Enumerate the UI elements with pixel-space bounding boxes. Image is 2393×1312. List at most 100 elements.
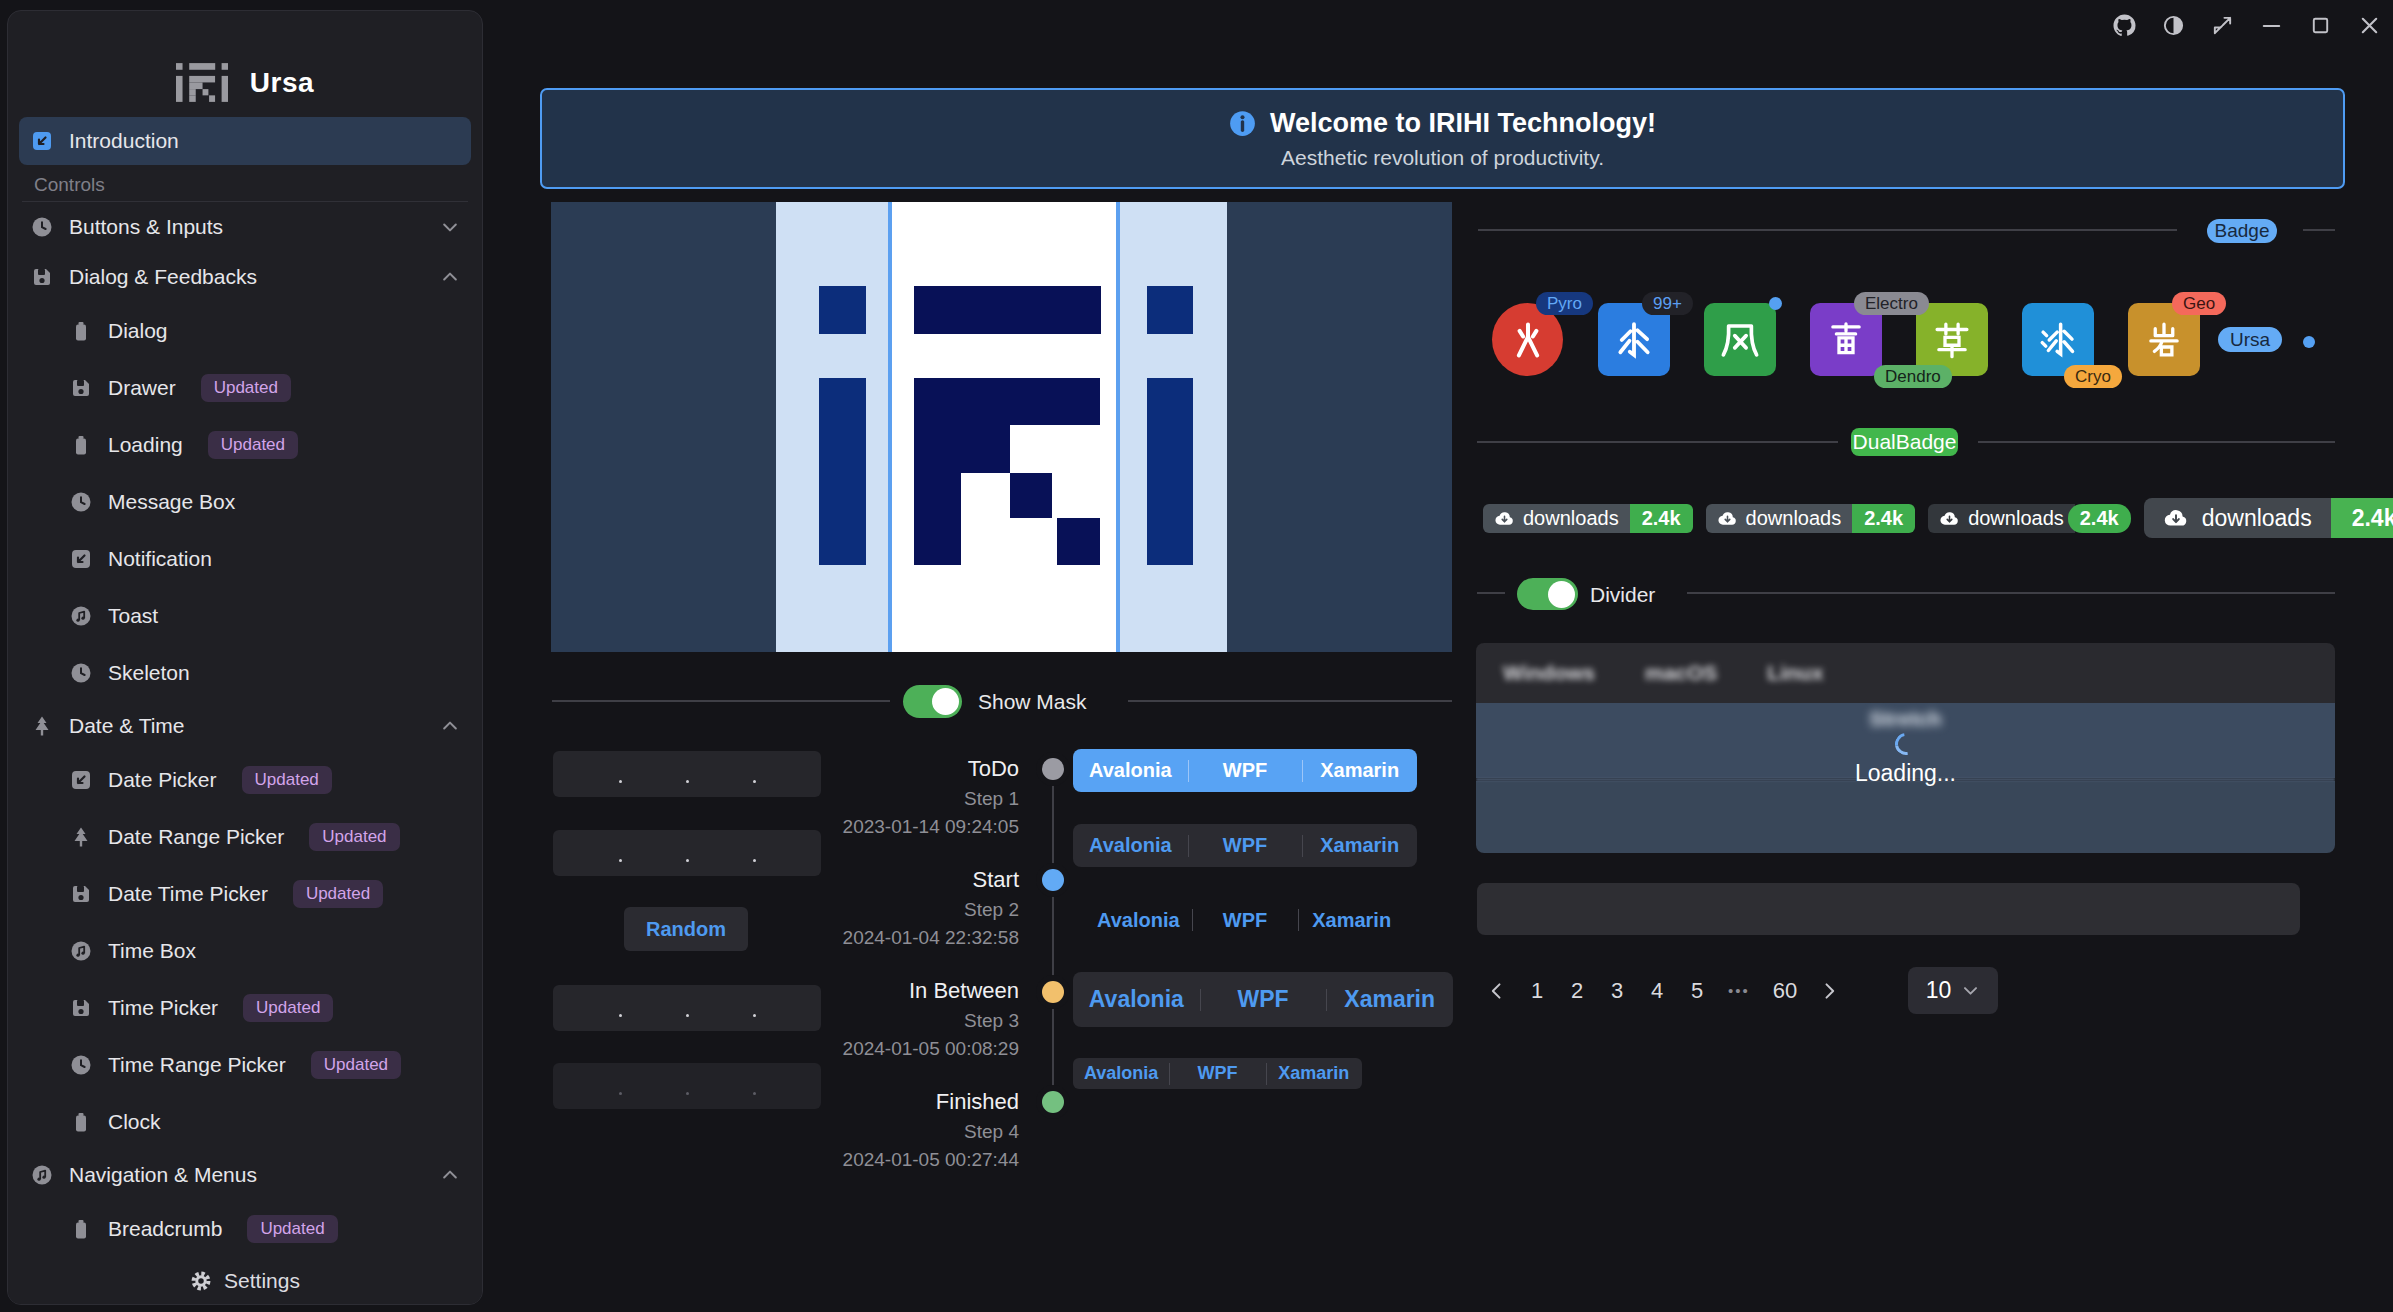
page-number[interactable]: 5 bbox=[1677, 978, 1717, 1004]
download-badge-label-part: downloads bbox=[1483, 504, 1630, 533]
button-group-item[interactable]: Avalonia bbox=[1085, 909, 1192, 932]
button-group-item[interactable]: WPF bbox=[1169, 1063, 1265, 1084]
page-number[interactable]: 1 bbox=[1517, 978, 1557, 1004]
show-mask-toggle[interactable] bbox=[903, 685, 962, 718]
github-icon[interactable] bbox=[2113, 14, 2136, 37]
page-size-select[interactable]: 10 bbox=[1908, 967, 1998, 1014]
button-group-item[interactable]: Avalonia bbox=[1073, 1063, 1169, 1084]
sidebar-item[interactable]: Dialog bbox=[19, 302, 471, 359]
tab[interactable]: Windows bbox=[1478, 661, 1620, 685]
download-badge-label-part: downloads bbox=[1706, 504, 1853, 533]
button-group-borderless: Avalonia WPF Xamarin bbox=[1085, 905, 1405, 935]
sidebar-item[interactable]: Date Picker Updated bbox=[19, 751, 471, 808]
sidebar-group[interactable]: Buttons & Inputs bbox=[19, 202, 471, 252]
button-group-item[interactable]: Xamarin bbox=[1302, 834, 1417, 857]
button-group-item[interactable]: Xamarin bbox=[1298, 909, 1405, 932]
sidebar-item[interactable]: Date Time Picker Updated bbox=[19, 865, 471, 922]
app-logo: Ursa bbox=[8, 63, 482, 102]
sidebar-item[interactable]: Loading Updated bbox=[19, 416, 471, 473]
page-number[interactable]: 4 bbox=[1637, 978, 1677, 1004]
item-label: Date Picker bbox=[108, 768, 217, 792]
button-group-item[interactable]: WPF bbox=[1188, 834, 1303, 857]
theme-toggle-icon[interactable] bbox=[2162, 14, 2185, 37]
sidebar-item[interactable]: Notification bbox=[19, 530, 471, 587]
item-label: Breadcrumb bbox=[108, 1217, 222, 1241]
download-badge-label-part: downloads bbox=[2144, 498, 2331, 538]
updated-badge: Updated bbox=[242, 766, 332, 794]
step-title: ToDo bbox=[700, 757, 1019, 781]
stretch-label: Stretch bbox=[1869, 707, 1941, 731]
pagination: 1 2 3 4 5 ••• 60 bbox=[1477, 967, 1849, 1014]
page-ellipsis[interactable]: ••• bbox=[1717, 982, 1761, 999]
settings-label: Settings bbox=[224, 1269, 300, 1293]
item-label: Date Range Picker bbox=[108, 825, 284, 849]
timeline-step: ToDo Step 1 2023-01-14 09:24:05 bbox=[700, 757, 1019, 868]
close-icon[interactable] bbox=[2358, 14, 2381, 37]
page-last[interactable]: 60 bbox=[1761, 978, 1809, 1004]
button-group-item[interactable]: Avalonia bbox=[1073, 986, 1200, 1013]
tab[interactable]: Linux bbox=[1742, 661, 1848, 685]
sidebar-group[interactable]: Dialog & Feedbacks bbox=[19, 252, 471, 302]
sidebar-item[interactable]: Toast bbox=[19, 587, 471, 644]
item-label: Message Box bbox=[108, 490, 235, 514]
divider-toggle[interactable] bbox=[1517, 578, 1578, 610]
button-group-item[interactable]: Xamarin bbox=[1266, 1063, 1362, 1084]
button-group-item[interactable]: Xamarin bbox=[1302, 759, 1417, 782]
item-icon bbox=[69, 768, 93, 792]
group-label: Date & Time bbox=[69, 714, 185, 738]
page-number[interactable]: 3 bbox=[1597, 978, 1637, 1004]
prev-page-icon[interactable] bbox=[1487, 981, 1507, 1001]
sidebar-group[interactable]: Date & Time bbox=[19, 701, 471, 751]
text-input[interactable] bbox=[1477, 883, 2300, 935]
button-group-item[interactable]: Avalonia bbox=[1073, 759, 1188, 782]
sidebar-item-introduction[interactable]: Introduction bbox=[19, 117, 471, 165]
sidebar-item[interactable]: Clock bbox=[19, 1093, 471, 1150]
dualbadge-section-pill: DualBadge bbox=[1851, 428, 1958, 456]
item-icon bbox=[69, 547, 93, 571]
button-group-item[interactable]: WPF bbox=[1192, 909, 1299, 932]
divider-line bbox=[2303, 229, 2335, 231]
introduction-icon bbox=[30, 129, 54, 153]
step-time: 2024-01-05 00:08:29 bbox=[700, 1039, 1019, 1059]
button-group-item[interactable]: Avalonia bbox=[1073, 834, 1188, 857]
step-number: Step 1 bbox=[700, 789, 1019, 809]
sidebar-group[interactable]: Navigation & Menus bbox=[19, 1150, 471, 1200]
minimize-icon[interactable] bbox=[2260, 14, 2283, 37]
group-icon bbox=[30, 714, 54, 738]
sidebar-item[interactable]: Skeleton bbox=[19, 644, 471, 701]
next-page-icon[interactable] bbox=[1819, 981, 1839, 1001]
updated-badge: Updated bbox=[208, 431, 298, 459]
sidebar-item[interactable]: Date Range Picker Updated bbox=[19, 808, 471, 865]
sidebar-item[interactable]: Time Picker Updated bbox=[19, 979, 471, 1036]
sidebar-item[interactable]: Drawer Updated bbox=[19, 359, 471, 416]
badge-examples: Pyro 99+ Electro Dendro Cryo bbox=[1492, 303, 2200, 376]
item-label: Drawer bbox=[108, 376, 176, 400]
loading-overlay: Stretch Loading... bbox=[1476, 703, 2335, 853]
download-count: 2.4k bbox=[2068, 504, 2131, 533]
sidebar: Ursa Introduction Controls Buttons & Inp… bbox=[7, 10, 483, 1305]
loading-panel: Windows macOS Linux Stretch Loading... bbox=[1476, 643, 2335, 853]
expand-icon[interactable] bbox=[2211, 14, 2234, 37]
tab[interactable]: macOS bbox=[1620, 661, 1742, 685]
download-badge-label-part: downloads bbox=[1928, 504, 2075, 533]
sidebar-item[interactable]: Time Range Picker Updated bbox=[19, 1036, 471, 1093]
sidebar-item[interactable]: Breadcrumb Updated bbox=[19, 1200, 471, 1257]
group-icon bbox=[30, 1163, 54, 1187]
button-group-item[interactable]: WPF bbox=[1200, 986, 1327, 1013]
sidebar-item[interactable]: Message Box bbox=[19, 473, 471, 530]
settings-button[interactable]: Settings bbox=[8, 1257, 482, 1304]
button-group-item[interactable]: WPF bbox=[1188, 759, 1303, 782]
maximize-icon[interactable] bbox=[2309, 14, 2332, 37]
cloud-download-icon bbox=[1494, 508, 1515, 529]
group-label: Dialog & Feedbacks bbox=[69, 265, 257, 289]
item-label: Time Box bbox=[108, 939, 196, 963]
item-icon bbox=[69, 490, 93, 514]
updated-badge: Updated bbox=[309, 823, 399, 851]
chevron-icon bbox=[440, 267, 460, 287]
button-group-dark: Avalonia WPF Xamarin bbox=[1073, 824, 1417, 867]
page-number[interactable]: 2 bbox=[1557, 978, 1597, 1004]
sidebar-item[interactable]: Time Box bbox=[19, 922, 471, 979]
cjk-glyph-icon bbox=[1931, 319, 1973, 361]
button-group-item[interactable]: Xamarin bbox=[1326, 986, 1453, 1013]
item-label: Clock bbox=[108, 1110, 161, 1134]
